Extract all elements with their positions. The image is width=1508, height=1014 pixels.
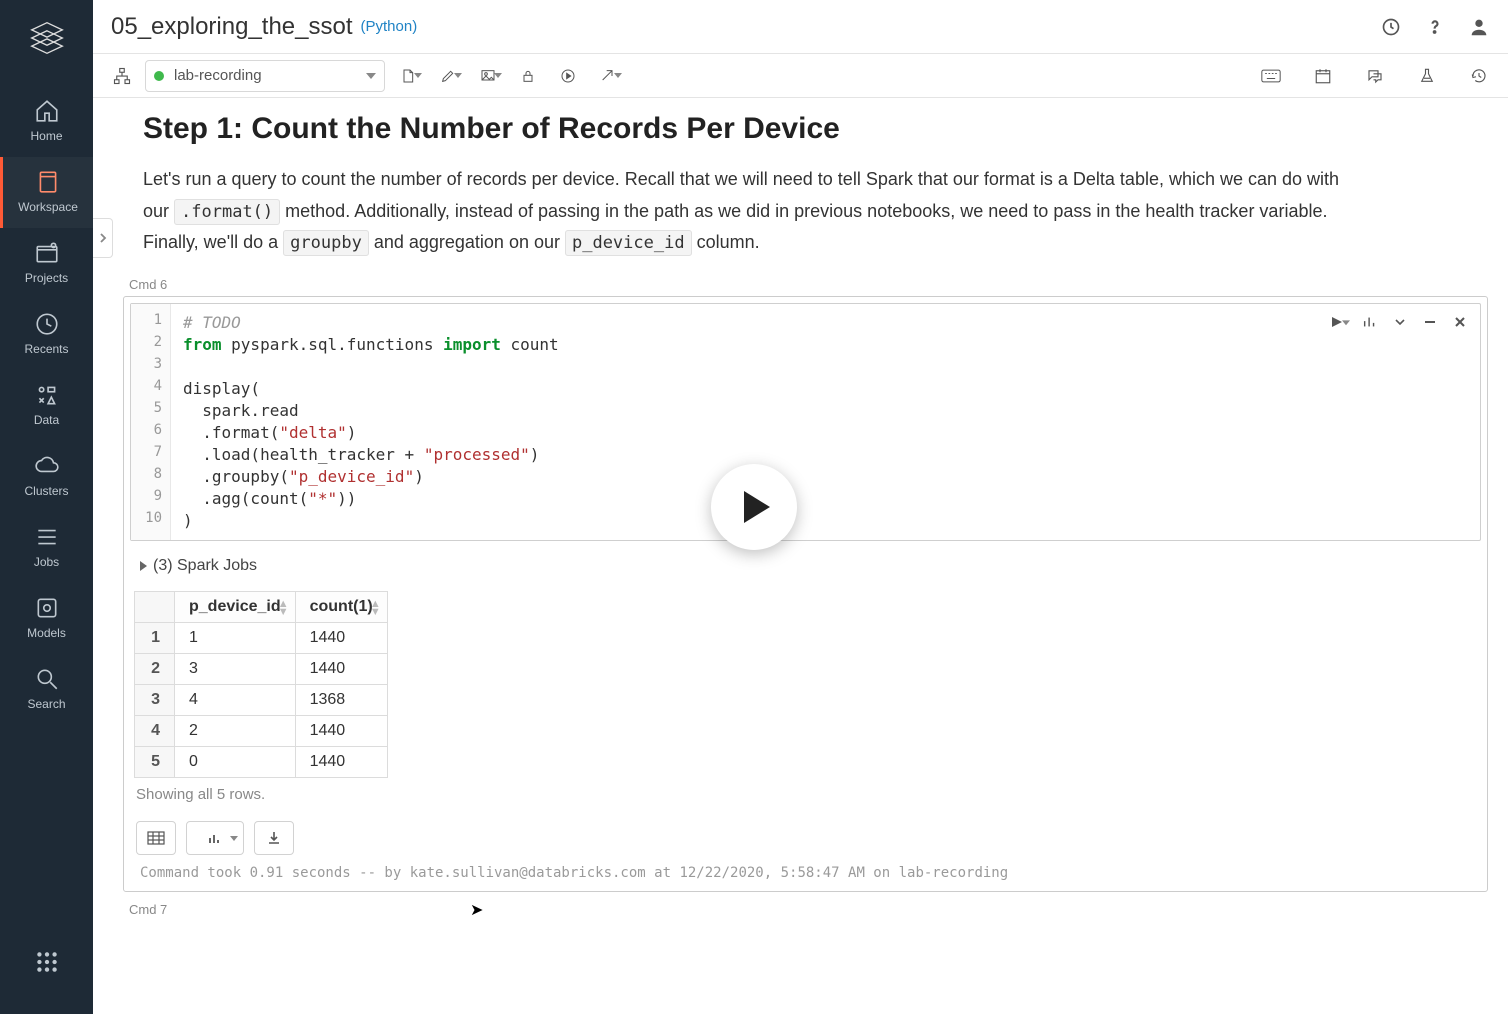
sort-icon: ▲▼ <box>278 600 289 616</box>
schedule-icon[interactable] <box>1306 60 1340 92</box>
chart-view-button[interactable] <box>186 821 244 855</box>
comments-icon[interactable] <box>1358 60 1392 92</box>
download-button[interactable] <box>254 821 294 855</box>
nav-search[interactable]: Search <box>0 654 93 725</box>
notebook-title[interactable]: 05_exploring_the_ssot <box>111 13 353 41</box>
cmd-label: Cmd 6 <box>123 277 1488 292</box>
nav-data[interactable]: Data <box>0 370 93 441</box>
cluster-selector[interactable]: lab-recording <box>145 60 385 92</box>
table-row[interactable]: 421440 <box>135 716 388 747</box>
line-gutter: 12345678910 <box>131 304 171 540</box>
spark-jobs-expander[interactable]: (3) Spark Jobs <box>124 547 1487 585</box>
nav-jobs[interactable]: Jobs <box>0 512 93 583</box>
keyboard-icon[interactable] <box>1254 60 1288 92</box>
nav-projects-label: Projects <box>25 271 68 285</box>
code-editor[interactable]: 12345678910 # TODO from pyspark.sql.func… <box>130 303 1481 541</box>
collapse-cell-icon[interactable] <box>1390 312 1410 332</box>
sitemap-icon[interactable] <box>105 60 139 92</box>
help-icon[interactable] <box>1424 16 1446 38</box>
table-row[interactable]: 501440 <box>135 747 388 778</box>
row-count-info: Showing all 5 rows. <box>124 778 1487 821</box>
main-area: 05_exploring_the_ssot (Python) lab-recor… <box>93 0 1508 1014</box>
nav-search-label: Search <box>27 697 65 711</box>
video-play-button[interactable] <box>711 464 797 550</box>
nav-apps[interactable] <box>0 937 93 994</box>
table-view-button[interactable] <box>136 821 176 855</box>
cluster-name: lab-recording <box>174 67 262 84</box>
nav-data-label: Data <box>34 413 59 427</box>
inline-code-column: p_device_id <box>565 230 692 256</box>
edit-menu-icon[interactable] <box>431 60 465 92</box>
table-row[interactable]: 341368 <box>135 685 388 716</box>
mouse-cursor-icon: ➤ <box>470 900 483 920</box>
code-cell: 12345678910 # TODO from pyspark.sql.func… <box>123 296 1488 892</box>
nav-jobs-label: Jobs <box>34 555 59 569</box>
run-cell-icon[interactable] <box>1330 312 1350 332</box>
notebook-toolbar: lab-recording <box>93 54 1508 98</box>
next-cmd-label: Cmd 7 <box>123 902 1488 917</box>
chevron-down-icon <box>366 73 376 79</box>
run-all-icon[interactable] <box>551 60 585 92</box>
image-menu-icon[interactable] <box>471 60 505 92</box>
play-triangle-icon <box>744 491 770 523</box>
clear-menu-icon[interactable] <box>591 60 625 92</box>
table-row[interactable]: 111440 <box>135 623 388 654</box>
inline-code-format: .format() <box>174 199 280 225</box>
close-cell-icon[interactable] <box>1450 312 1470 332</box>
databricks-logo-icon[interactable] <box>29 20 65 56</box>
expand-sidebar-handle[interactable] <box>93 218 113 258</box>
result-table: p_device_id▲▼ count(1)▲▼ 111440 231440 3… <box>134 591 388 778</box>
code-text[interactable]: # TODO from pyspark.sql.functions import… <box>131 304 1480 540</box>
table-row[interactable]: 231440 <box>135 654 388 685</box>
nav-clusters-label: Clusters <box>24 484 68 498</box>
chart-cell-icon[interactable] <box>1360 312 1380 332</box>
nav-clusters[interactable]: Clusters <box>0 441 93 512</box>
markdown-paragraph: Let's run a query to count the number of… <box>123 164 1383 259</box>
lock-icon[interactable] <box>511 60 545 92</box>
spark-jobs-label: (3) Spark Jobs <box>153 557 257 575</box>
row-index-header[interactable] <box>135 592 175 623</box>
cell-toolbar <box>1330 312 1470 332</box>
clock-recent-icon[interactable] <box>1380 16 1402 38</box>
sort-icon: ▲▼ <box>370 600 381 616</box>
notebook-language[interactable]: (Python) <box>361 18 418 35</box>
nav-workspace[interactable]: Workspace <box>0 157 93 228</box>
command-status: Command took 0.91 seconds -- by kate.sul… <box>124 865 1487 891</box>
experiment-icon[interactable] <box>1410 60 1444 92</box>
expand-triangle-icon <box>140 561 147 571</box>
col-header-1[interactable]: count(1)▲▼ <box>295 592 387 623</box>
nav-home[interactable]: Home <box>0 86 93 157</box>
revision-history-icon[interactable] <box>1462 60 1496 92</box>
content-scroll[interactable]: Step 1: Count the Number of Records Per … <box>93 98 1508 1014</box>
cluster-status-dot-icon <box>154 71 164 81</box>
nav-recents-label: Recents <box>24 342 68 356</box>
file-menu-icon[interactable] <box>391 60 425 92</box>
output-toolbar <box>124 821 1487 865</box>
col-header-0[interactable]: p_device_id▲▼ <box>175 592 296 623</box>
nav-models-label: Models <box>27 626 66 640</box>
nav-models[interactable]: Models <box>0 583 93 654</box>
nav-workspace-label: Workspace <box>18 200 78 214</box>
topbar: 05_exploring_the_ssot (Python) <box>93 0 1508 54</box>
markdown-heading: Step 1: Count the Number of Records Per … <box>123 112 1488 146</box>
nav-recents[interactable]: Recents <box>0 299 93 370</box>
left-sidebar: Home Workspace Projects Recents Data Clu… <box>0 0 93 1014</box>
inline-code-groupby: groupby <box>283 230 369 256</box>
minimize-cell-icon[interactable] <box>1420 312 1440 332</box>
user-avatar-icon[interactable] <box>1468 16 1490 38</box>
nav-home-label: Home <box>30 129 62 143</box>
nav-projects[interactable]: Projects <box>0 228 93 299</box>
